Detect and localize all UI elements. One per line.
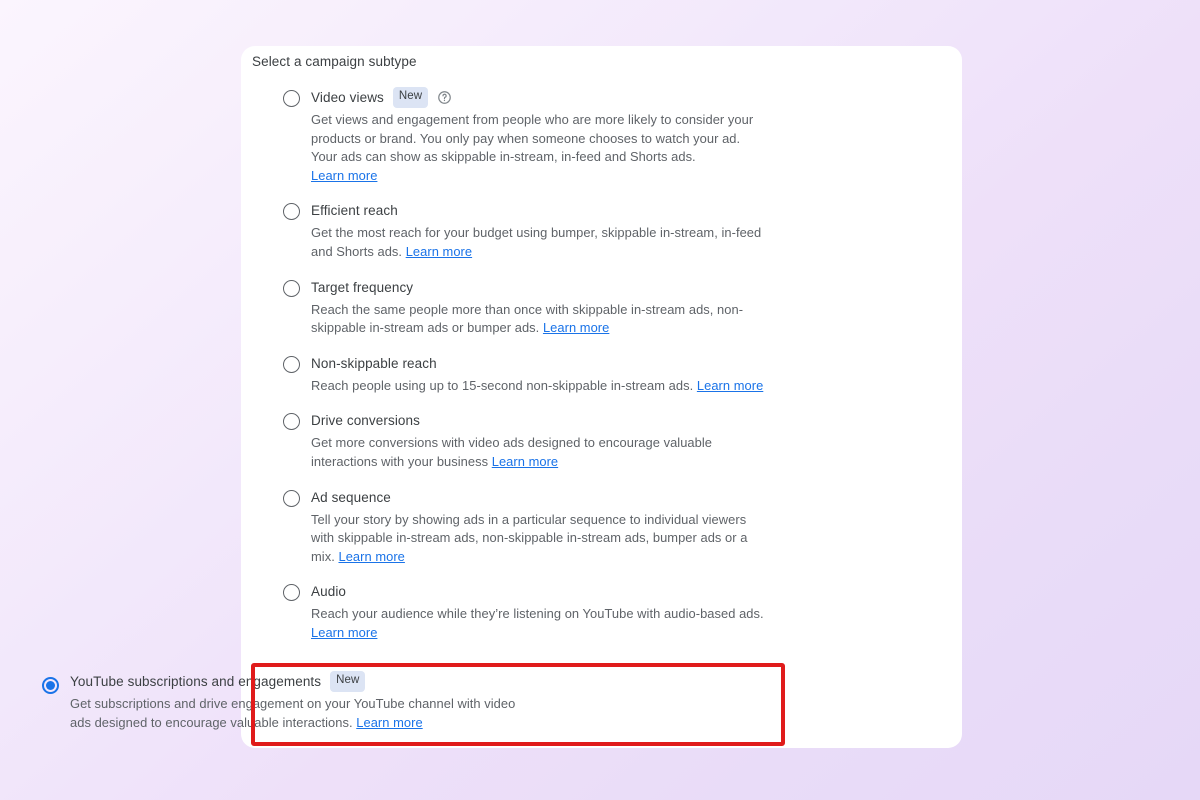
option-description-non-skippable-reach: Reach people using up to 15-second non-s…	[311, 377, 771, 396]
option-description-ad-sequence: Tell your story by showing ads in a part…	[311, 511, 759, 567]
radio-target-frequency[interactable]	[283, 279, 300, 297]
option-header-non-skippable-reach: Non-skippable reach	[311, 354, 961, 373]
radio-efficient-reach[interactable]	[283, 203, 300, 221]
option-title-non-skippable-reach: Non-skippable reach	[311, 355, 437, 371]
option-target-frequency[interactable]: Target frequency Reach the same people m…	[261, 278, 961, 338]
radio-non-skippable-reach[interactable]	[283, 355, 300, 373]
option-title-drive-conversions: Drive conversions	[311, 413, 420, 429]
option-description-text: Reach the same people more than once wit…	[311, 301, 744, 336]
option-title-efficient-reach: Efficient reach	[311, 203, 398, 219]
option-title-video-views: Video views	[311, 90, 384, 105]
option-description-text: Reach your audience while they’re listen…	[311, 606, 764, 622]
radio-audio[interactable]	[283, 584, 300, 602]
option-description-text: Get views and engagement from people who…	[311, 112, 754, 165]
learn-more-link-efficient-reach[interactable]: Learn more	[406, 244, 472, 259]
option-title-audio: Audio	[311, 584, 347, 600]
option-header-drive-conversions: Drive conversions	[311, 411, 961, 430]
option-description-audio: Reach your audience while they’re listen…	[311, 605, 767, 642]
option-header-efficient-reach: Efficient reach	[311, 201, 961, 220]
option-description-video-views: Get views and engagement from people who…	[311, 111, 763, 185]
learn-more-link-target-frequency[interactable]: Learn more	[543, 320, 609, 335]
radio-youtube-subscriptions-and-engagements[interactable]	[42, 677, 59, 694]
option-youtube-subscriptions-and-engagements[interactable]: YouTube subscriptions and engagements Ne…	[20, 671, 720, 732]
learn-more-link-non-skippable-reach[interactable]: Learn more	[697, 378, 763, 393]
page-title: Select a campaign subtype	[252, 54, 417, 69]
option-title-target-frequency: Target frequency	[311, 279, 414, 295]
option-efficient-reach[interactable]: Efficient reach Get the most reach for y…	[261, 201, 961, 261]
radio-video-views[interactable]	[283, 90, 300, 107]
learn-more-link-audio[interactable]: Learn more	[311, 625, 377, 640]
badge-new-youtube-subscriptions-and-engagements: New	[330, 671, 366, 692]
learn-more-link-ad-sequence[interactable]: Learn more	[338, 549, 404, 564]
option-description-text: Get the most reach for your budget using…	[311, 225, 762, 259]
option-drive-conversions[interactable]: Drive conversions Get more conversions w…	[261, 411, 961, 471]
help-circle-icon[interactable]	[437, 90, 452, 105]
learn-more-link-youtube-subscriptions-and-engagements[interactable]: Learn more	[356, 715, 422, 730]
option-description-efficient-reach: Get the most reach for your budget using…	[311, 224, 769, 261]
option-ad-sequence[interactable]: Ad sequence Tell your story by showing a…	[261, 488, 961, 567]
campaign-subtype-option-list: Video views New Get views and engagement…	[261, 87, 961, 643]
option-description-youtube-subscriptions-and-engagements: Get subscriptions and drive engagement o…	[70, 695, 528, 732]
option-description-text: Get subscriptions and drive engagement o…	[70, 696, 516, 730]
option-header-ad-sequence: Ad sequence	[311, 488, 961, 507]
radio-drive-conversions[interactable]	[283, 413, 300, 431]
learn-more-link-drive-conversions[interactable]: Learn more	[492, 454, 558, 469]
option-header-audio: Audio	[311, 582, 961, 601]
option-description-drive-conversions: Get more conversions with video ads desi…	[311, 434, 723, 471]
option-audio[interactable]: Audio Reach your audience while they’re …	[261, 582, 961, 642]
option-video-views[interactable]: Video views New Get views and engagement…	[261, 87, 961, 185]
option-header-target-frequency: Target frequency	[311, 278, 961, 297]
radio-ad-sequence[interactable]	[283, 489, 300, 507]
campaign-subtype-card: Select a campaign subtype Video views Ne…	[241, 46, 962, 748]
option-description-text: Reach people using up to 15-second non-s…	[311, 377, 694, 393]
option-title-youtube-subscriptions-and-engagements: YouTube subscriptions and engagements	[70, 674, 322, 689]
badge-new-video-views: New	[392, 87, 429, 108]
option-title-ad-sequence: Ad sequence	[311, 489, 391, 505]
option-header-youtube-subscriptions-and-engagements: YouTube subscriptions and engagements Ne…	[70, 671, 720, 692]
learn-more-link-video-views[interactable]: Learn more	[311, 168, 377, 183]
option-description-target-frequency: Reach the same people more than once wit…	[311, 301, 752, 338]
option-header-video-views: Video views New	[311, 87, 961, 108]
option-non-skippable-reach[interactable]: Non-skippable reach Reach people using u…	[261, 354, 961, 396]
